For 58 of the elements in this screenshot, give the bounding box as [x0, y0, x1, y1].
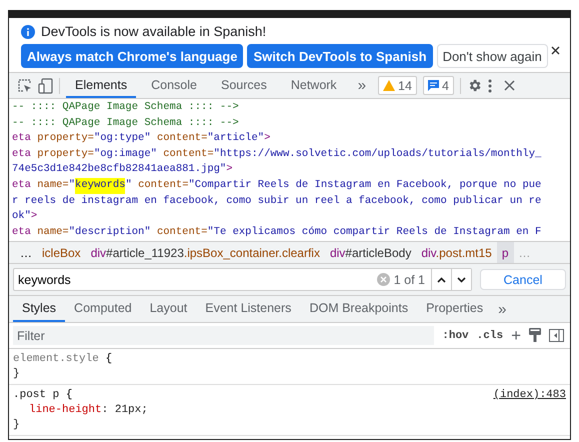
rule-selector: .post p {	[13, 388, 72, 404]
paint-brush-icon[interactable]	[529, 328, 541, 344]
sidebar-tab[interactable]: Styles	[13, 296, 66, 322]
chevron-up-icon	[437, 276, 446, 283]
code-line: eta property="og:type" content="article">	[12, 131, 272, 146]
hover-state-button[interactable]: :hov	[442, 330, 469, 342]
device-icon[interactable]	[38, 78, 53, 94]
sidebar-tab[interactable]: Properties	[417, 296, 492, 322]
code-line: ok">	[12, 209, 38, 224]
infobar-button[interactable]: Don't show again	[436, 44, 548, 68]
infobar-button[interactable]: Switch DevTools to Spanish	[247, 44, 433, 68]
code-line: eta name="keywords" content="Compartir Reels de Instagram en Facebook, porque no pue	[12, 178, 570, 194]
code-line: 74e5c3d1e842be8cfb82841aea881.jpg">	[12, 162, 234, 178]
code-line: eta name="description" content="Te explicamos cómo compartir Reels de Instagram en F	[12, 224, 542, 240]
breadcrumb[interactable]: p	[496, 242, 514, 264]
breadcrumb-scroll-button[interactable]: …	[15, 242, 37, 264]
class-button[interactable]: .cls	[476, 330, 504, 342]
info-icon	[21, 24, 35, 38]
breadcrumb[interactable]: div.post.mt15	[416, 242, 497, 264]
code-line: eta property="og:image" content="https://www.solvetic.com/uploads/tutorials/monthly_	[12, 146, 542, 162]
style-property: line-height: 21px;	[28, 403, 149, 418]
more-tabs-button[interactable]: »	[352, 77, 372, 94]
info-message: DevTools is now available in Spanish!	[41, 24, 266, 39]
panel-tab[interactable]: Elements	[66, 73, 136, 98]
sidebar-tab[interactable]: Layout	[140, 296, 196, 322]
breadcrumb[interactable]: icleBox	[37, 242, 86, 264]
more-options-icon[interactable]	[488, 78, 492, 92]
breadcrumb[interactable]: div#articleBody	[324, 242, 416, 264]
close-icon[interactable]	[504, 80, 515, 91]
infobar-button[interactable]: Always match Chrome's language	[21, 44, 244, 68]
cancel-button[interactable]: Cancel	[480, 269, 566, 290]
warnings-badge[interactable]: 14	[378, 76, 417, 95]
match-count: 1 of 1	[392, 272, 426, 287]
panel-tab[interactable]: Sources	[212, 73, 276, 98]
more-tabs-button[interactable]: »	[492, 300, 512, 318]
next-match-button[interactable]	[451, 269, 471, 290]
rule-selector: element.style {	[13, 352, 112, 368]
sidebar-toggle-icon[interactable]	[549, 329, 564, 342]
new-rule-button[interactable]: +	[511, 326, 521, 346]
panel-tab[interactable]: Network	[282, 73, 346, 98]
panel-tab[interactable]: Console	[142, 73, 206, 98]
code-line: r reels de instagram en facebook, como subir un reel a facebook, como publicar un re	[12, 194, 542, 209]
sidebar-tab[interactable]: Computed	[65, 296, 141, 322]
message-icon	[428, 80, 439, 91]
rule-brace: }	[13, 419, 20, 432]
inspect-icon[interactable]	[17, 78, 32, 93]
search-bar[interactable]: keywords 1 of 1	[13, 268, 472, 292]
code-line: -- :::: QAPage Image Schema :::: -->	[12, 116, 240, 131]
sidebar-tab[interactable]: Event Listeners	[196, 296, 300, 322]
warning-icon	[383, 80, 396, 91]
sidebar-tab[interactable]: DOM Breakpoints	[300, 296, 418, 322]
filter-field[interactable]: Filter	[13, 326, 434, 346]
rule-brace: }	[13, 368, 20, 380]
code-line: -- :::: QAPage Image Schema :::: -->	[12, 100, 240, 115]
chevron-down-icon	[457, 276, 466, 283]
messages-badge[interactable]: 4	[422, 76, 454, 95]
breadcrumb[interactable]: div#article_11923.ipsBox_container.clearfix	[86, 242, 325, 264]
source-link[interactable]: (index):483	[493, 388, 566, 404]
